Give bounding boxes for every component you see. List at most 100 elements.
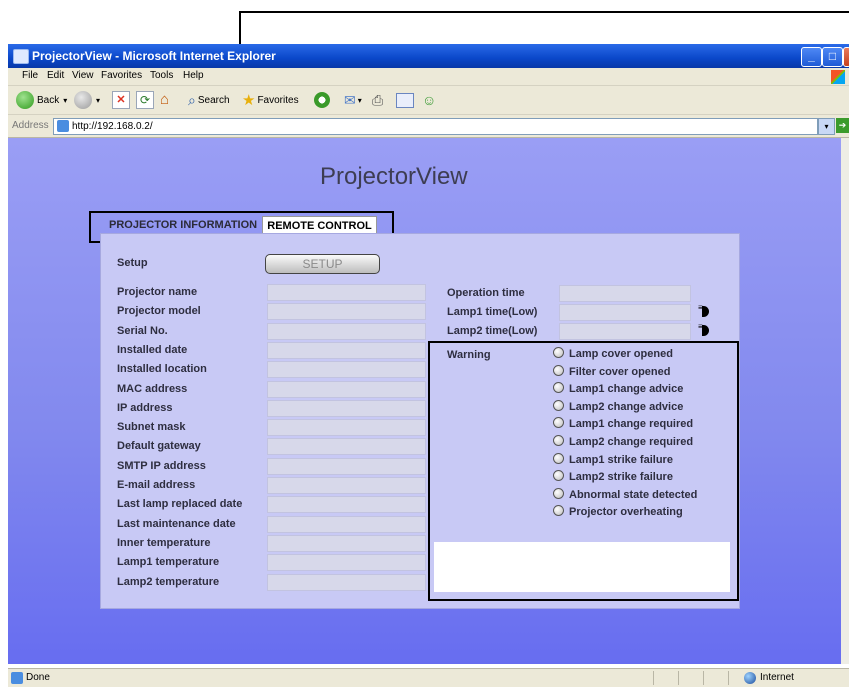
field-label: SMTP IP address <box>117 459 206 472</box>
field-value <box>267 399 426 417</box>
field-label: E-mail address <box>117 479 196 491</box>
print-button[interactable]: ⎙ <box>372 91 383 109</box>
chevron-down-icon: ▾ <box>63 95 68 105</box>
page-title: ProjectorView <box>320 163 468 190</box>
messenger-button[interactable]: ☺ <box>422 91 436 109</box>
lamp1-time-field <box>559 304 691 321</box>
field-value <box>267 534 426 552</box>
favorites-button[interactable]: ★ Favorites <box>242 91 299 109</box>
history-button[interactable] <box>314 91 330 109</box>
field-label: Projector name <box>117 286 198 298</box>
printer-icon: ⎙ <box>372 91 384 108</box>
status-bar: Done Internet <box>8 668 849 687</box>
field-value <box>267 303 426 321</box>
back-button[interactable]: Back ▾ <box>16 91 67 109</box>
chevron-down-icon: ▾ <box>96 95 101 105</box>
field-value <box>267 284 426 301</box>
field-label: Projector model <box>117 305 201 318</box>
window-titlebar: ProjectorView - Microsoft Internet Explo… <box>8 44 849 68</box>
field-label: Installed date <box>117 343 188 356</box>
lamp1-bulb-icon: ≡ <box>698 304 709 317</box>
field-value <box>267 457 426 475</box>
operation-time-field <box>559 285 691 302</box>
maximize-button[interactable]: □ <box>822 47 843 67</box>
field-value <box>267 477 426 494</box>
menu-favorites[interactable]: Favorites <box>101 70 142 81</box>
page-icon <box>57 120 69 132</box>
security-zone: Internet <box>760 672 794 683</box>
setup-button[interactable]: SETUP <box>265 254 380 274</box>
status-text: Done <box>26 672 50 683</box>
field-value <box>267 380 426 398</box>
field-value <box>267 573 426 591</box>
field-label: Lamp1 temperature <box>117 556 220 569</box>
mail-icon: ✉ <box>344 91 356 108</box>
minimize-button[interactable]: _ <box>801 47 822 67</box>
refresh-button[interactable]: ⟳ <box>136 91 154 109</box>
field-label: Last lamp replaced date <box>117 498 243 511</box>
field-label: Inner temperature <box>117 536 211 549</box>
mail-button[interactable]: ✉ ▾ <box>344 91 362 109</box>
field-label: MAC address <box>117 382 188 395</box>
setup-label: Setup <box>117 257 148 269</box>
search-icon: ⌕ <box>188 91 196 108</box>
menu-bar: File Edit View Favorites Tools Help <box>8 68 849 86</box>
messenger-icon: ☺ <box>422 92 437 108</box>
field-label: Lamp2 temperature <box>117 575 220 588</box>
field-value <box>267 419 426 437</box>
vertical-scrollbar[interactable] <box>841 138 849 664</box>
field-label: IP address <box>117 401 173 414</box>
window-title: ProjectorView - Microsoft Internet Explo… <box>32 49 276 63</box>
forward-button[interactable]: ▾ <box>74 91 100 109</box>
windows-logo-icon <box>831 70 845 84</box>
status-divider <box>703 671 704 685</box>
address-bar: Address http://192.168.0.2/ ▾ ➔ Go <box>8 115 849 138</box>
close-button[interactable] <box>843 47 849 67</box>
ie-app-icon <box>13 49 29 64</box>
field-label: Installed location <box>117 363 207 376</box>
lamp2-bulb-icon: ≡ <box>698 323 709 336</box>
field-value <box>267 341 426 359</box>
address-input[interactable]: http://192.168.0.2/ <box>53 118 818 135</box>
field-value <box>267 496 426 514</box>
menu-view[interactable]: View <box>72 70 94 81</box>
field-value <box>267 438 426 456</box>
forward-arrow-icon <box>74 91 92 109</box>
home-button[interactable]: ⌂ <box>160 91 178 109</box>
go-arrow-icon[interactable]: ➔ <box>836 118 849 133</box>
menu-file[interactable]: File <box>22 70 38 81</box>
field-value <box>267 515 426 533</box>
chevron-down-icon: ▾ <box>357 95 362 105</box>
field-value <box>267 361 426 379</box>
lamp2-time-field <box>559 323 691 340</box>
browser-toolbar: Back ▾ ▾ ✕ ⟳ ⌂ ⌕ Search ★ Favorites ✉ ▾ … <box>8 86 849 115</box>
home-icon: ⌂ <box>160 91 170 108</box>
field-label: Serial No. <box>117 324 168 337</box>
field-label: Last maintenance date <box>117 517 236 530</box>
field-value <box>267 554 426 572</box>
search-button[interactable]: ⌕ Search <box>188 91 230 109</box>
edit-page-icon <box>396 92 414 108</box>
field-label: Default gateway <box>117 440 201 453</box>
stop-icon: ✕ <box>112 91 130 109</box>
history-icon <box>314 92 330 108</box>
star-icon: ★ <box>242 92 256 109</box>
globe-icon <box>744 672 756 684</box>
lamp1-time-label: Lamp1 time(Low) <box>447 306 538 318</box>
menu-help[interactable]: Help <box>183 70 204 81</box>
status-divider <box>653 671 654 685</box>
address-label: Address <box>12 120 49 131</box>
stop-button[interactable]: ✕ <box>112 91 130 109</box>
field-value <box>267 322 426 340</box>
edit-button[interactable] <box>396 91 414 109</box>
menu-tools[interactable]: Tools <box>150 70 173 81</box>
back-arrow-icon <box>16 91 34 109</box>
status-divider <box>728 671 729 685</box>
address-dropdown-button[interactable]: ▾ <box>818 118 835 135</box>
status-divider <box>678 671 679 685</box>
warning-callout-frame <box>428 341 739 601</box>
menu-edit[interactable]: Edit <box>47 70 64 81</box>
page-done-icon <box>11 672 23 684</box>
operation-time-label: Operation time <box>447 287 525 299</box>
address-url: http://192.168.0.2/ <box>72 121 153 132</box>
